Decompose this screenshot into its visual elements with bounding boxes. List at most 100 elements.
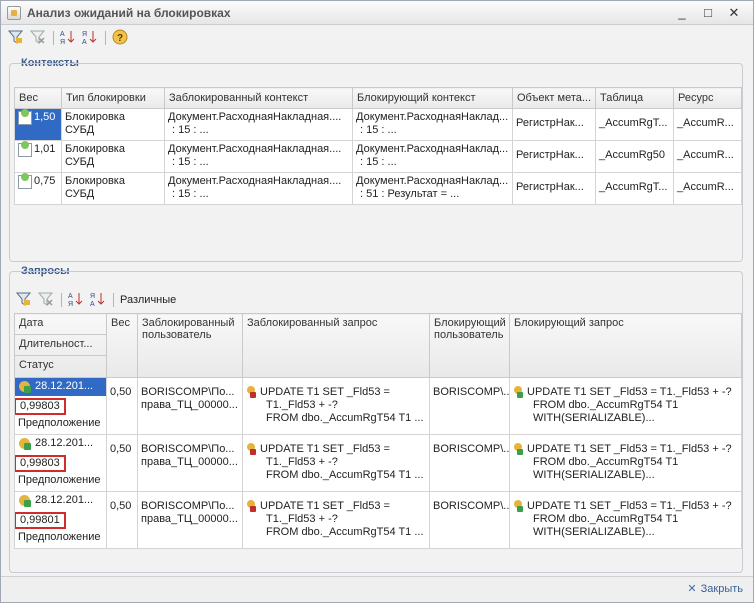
duration-cell: 0,99801 <box>15 512 66 529</box>
svg-text:A: A <box>90 301 95 307</box>
meta-object-cell: РегистрНак... <box>516 149 584 161</box>
date-cell: 28.12.201... <box>35 437 94 449</box>
lock-icon <box>246 500 256 512</box>
table-cell: _AccumRgT... <box>599 117 668 129</box>
query-icon <box>18 437 32 451</box>
svg-text:A: A <box>60 31 65 38</box>
blocking-user-cell: BORISCOMP\... <box>433 386 510 398</box>
weight-cell: 1,01 <box>34 143 56 155</box>
maximize-button[interactable]: □ <box>699 4 717 21</box>
blocked-query-cell: UPDATE T1 SET _Fld53 = <box>260 500 390 512</box>
col-header-weight[interactable]: Вес <box>106 313 138 378</box>
blocking-query-cell: UPDATE T1 SET _Fld53 = T1._Fld53 + -? <box>527 500 732 512</box>
meta-object-cell: РегистрНак... <box>516 181 584 193</box>
sort-asc-icon[interactable]: AЯ <box>67 291 85 309</box>
col-header-blocked-user[interactable]: Заблокированный пользователь <box>137 313 243 378</box>
col-header-table[interactable]: Таблица <box>595 87 674 109</box>
weight-cell: 0,50 <box>110 500 132 512</box>
weight-cell: 0,75 <box>34 175 56 187</box>
lock-icon <box>246 443 256 455</box>
weight-cell: 1,50 <box>34 111 56 123</box>
query-icon <box>18 380 32 394</box>
filter-icon[interactable] <box>7 29 25 47</box>
table-row[interactable]: 28.12.201... 0,99803 Предположение 0,50 … <box>14 434 742 492</box>
lock-type-cell: Блокировка <box>65 111 125 123</box>
resource-cell: _AccumR... <box>677 117 734 129</box>
blocked-context-cell: Документ.РасходнаяНакладная.... <box>168 175 342 187</box>
context-icon <box>18 109 32 125</box>
duration-cell: 0,99803 <box>15 398 66 415</box>
filter-clear-icon[interactable] <box>29 29 47 47</box>
col-header-lock-type[interactable]: Тип блокировки <box>61 87 165 109</box>
lock-type-cell: Блокировка <box>65 143 125 155</box>
meta-object-cell: РегистрНак... <box>516 117 584 129</box>
close-window-button[interactable]: ✕ <box>725 4 743 21</box>
blocking-query-cell: UPDATE T1 SET _Fld53 = T1._Fld53 + -? <box>527 386 732 398</box>
table-cell: _AccumRgT... <box>599 181 668 193</box>
blocked-user-cell: BORISCOMP\По... <box>141 500 235 512</box>
col-header-date[interactable]: Дата <box>15 315 106 335</box>
close-icon: ✕ <box>687 583 697 595</box>
status-cell: Предположение <box>18 417 101 429</box>
resource-cell: _AccumR... <box>677 181 734 193</box>
col-header-resource[interactable]: Ресурс <box>673 87 742 109</box>
col-header-duration[interactable]: Длительност... <box>15 335 106 356</box>
filter-icon[interactable] <box>15 291 33 309</box>
queries-table: Дата Длительност... Статус Вес Заблокиро… <box>14 313 742 549</box>
lock-icon <box>246 386 256 398</box>
svg-text:Я: Я <box>82 31 87 38</box>
contexts-table: Вес Тип блокировки Заблокированный конте… <box>14 87 742 205</box>
help-icon[interactable]: ? <box>111 29 129 47</box>
svg-text:Я: Я <box>60 39 65 45</box>
lock-type-cell: Блокировка <box>65 175 125 187</box>
blocking-user-cell: BORISCOMP\... <box>433 500 510 512</box>
table-row[interactable]: 0,75 Блокировка СУБД Документ.РасходнаяНа… <box>14 172 742 205</box>
weight-cell: 0,50 <box>110 386 132 398</box>
col-header-weight[interactable]: Вес <box>14 87 62 109</box>
sort-asc-icon[interactable]: AЯ <box>59 29 77 47</box>
col-header-status[interactable]: Статус <box>16 356 106 377</box>
distinct-button[interactable]: Различные <box>120 294 176 306</box>
svg-text:A: A <box>82 39 87 45</box>
blocked-user-cell: BORISCOMP\По... <box>141 386 235 398</box>
blocking-query-cell: UPDATE T1 SET _Fld53 = T1._Fld53 + -? <box>527 443 732 455</box>
table-row[interactable]: 28.12.201... 0,99803 Предположение 0,50 … <box>14 377 742 435</box>
close-button-label: Закрыть <box>700 583 743 595</box>
date-cell: 28.12.201... <box>35 380 94 392</box>
col-header-blocking-user[interactable]: Блокирующий пользователь <box>429 313 510 378</box>
blocked-user-cell: BORISCOMP\По... <box>141 443 235 455</box>
window: Анализ ожиданий на блокировках _ □ ✕ AЯ … <box>0 0 754 603</box>
app-icon <box>7 6 21 20</box>
sort-desc-icon[interactable]: ЯA <box>89 291 107 309</box>
lock-icon <box>513 386 523 398</box>
table-row[interactable]: 28.12.201... 0,99801 Предположение 0,50 … <box>14 491 742 549</box>
close-button[interactable]: ✕ Закрыть <box>687 582 743 595</box>
main-toolbar: AЯ ЯA ? <box>5 29 205 49</box>
table-row[interactable]: 1,01 Блокировка СУБД Документ.РасходнаяНа… <box>14 140 742 173</box>
context-icon <box>18 173 32 189</box>
col-header-blocked-query[interactable]: Заблокированный запрос <box>242 313 430 378</box>
svg-text:?: ? <box>117 33 123 44</box>
blocked-query-cell: UPDATE T1 SET _Fld53 = <box>260 443 390 455</box>
filter-clear-icon[interactable] <box>37 291 55 309</box>
title-bar: Анализ ожиданий на блокировках _ □ ✕ <box>1 1 753 25</box>
query-icon <box>18 494 32 508</box>
svg-text:Я: Я <box>68 301 73 307</box>
col-header-blocking-context[interactable]: Блокирующий контекст <box>352 87 513 109</box>
sort-desc-icon[interactable]: ЯA <box>81 29 99 47</box>
blocked-context-cell: Документ.РасходнаяНакладная.... <box>168 111 342 123</box>
context-icon <box>18 141 32 157</box>
window-title: Анализ ожиданий на блокировках <box>27 6 231 20</box>
col-header-meta-object[interactable]: Объект мета... <box>512 87 596 109</box>
col-header-blocking-query[interactable]: Блокирующий запрос <box>509 313 742 378</box>
blocking-context-cell: Документ.РасходнаяНаклад... <box>356 175 509 187</box>
blocking-context-cell: Документ.РасходнаяНаклад... <box>356 111 509 123</box>
minimize-button[interactable]: _ <box>673 4 691 21</box>
lock-icon <box>513 500 523 512</box>
blocked-context-cell: Документ.РасходнаяНакладная.... <box>168 143 342 155</box>
status-cell: Предположение <box>18 531 101 543</box>
col-header-blocked-context[interactable]: Заблокированный контекст <box>164 87 353 109</box>
table-cell: _AccumRg50 <box>599 149 666 161</box>
table-row[interactable]: 1,50 Блокировка СУБД Документ.РасходнаяНа… <box>14 108 742 141</box>
blocked-query-cell: UPDATE T1 SET _Fld53 = <box>260 386 390 398</box>
